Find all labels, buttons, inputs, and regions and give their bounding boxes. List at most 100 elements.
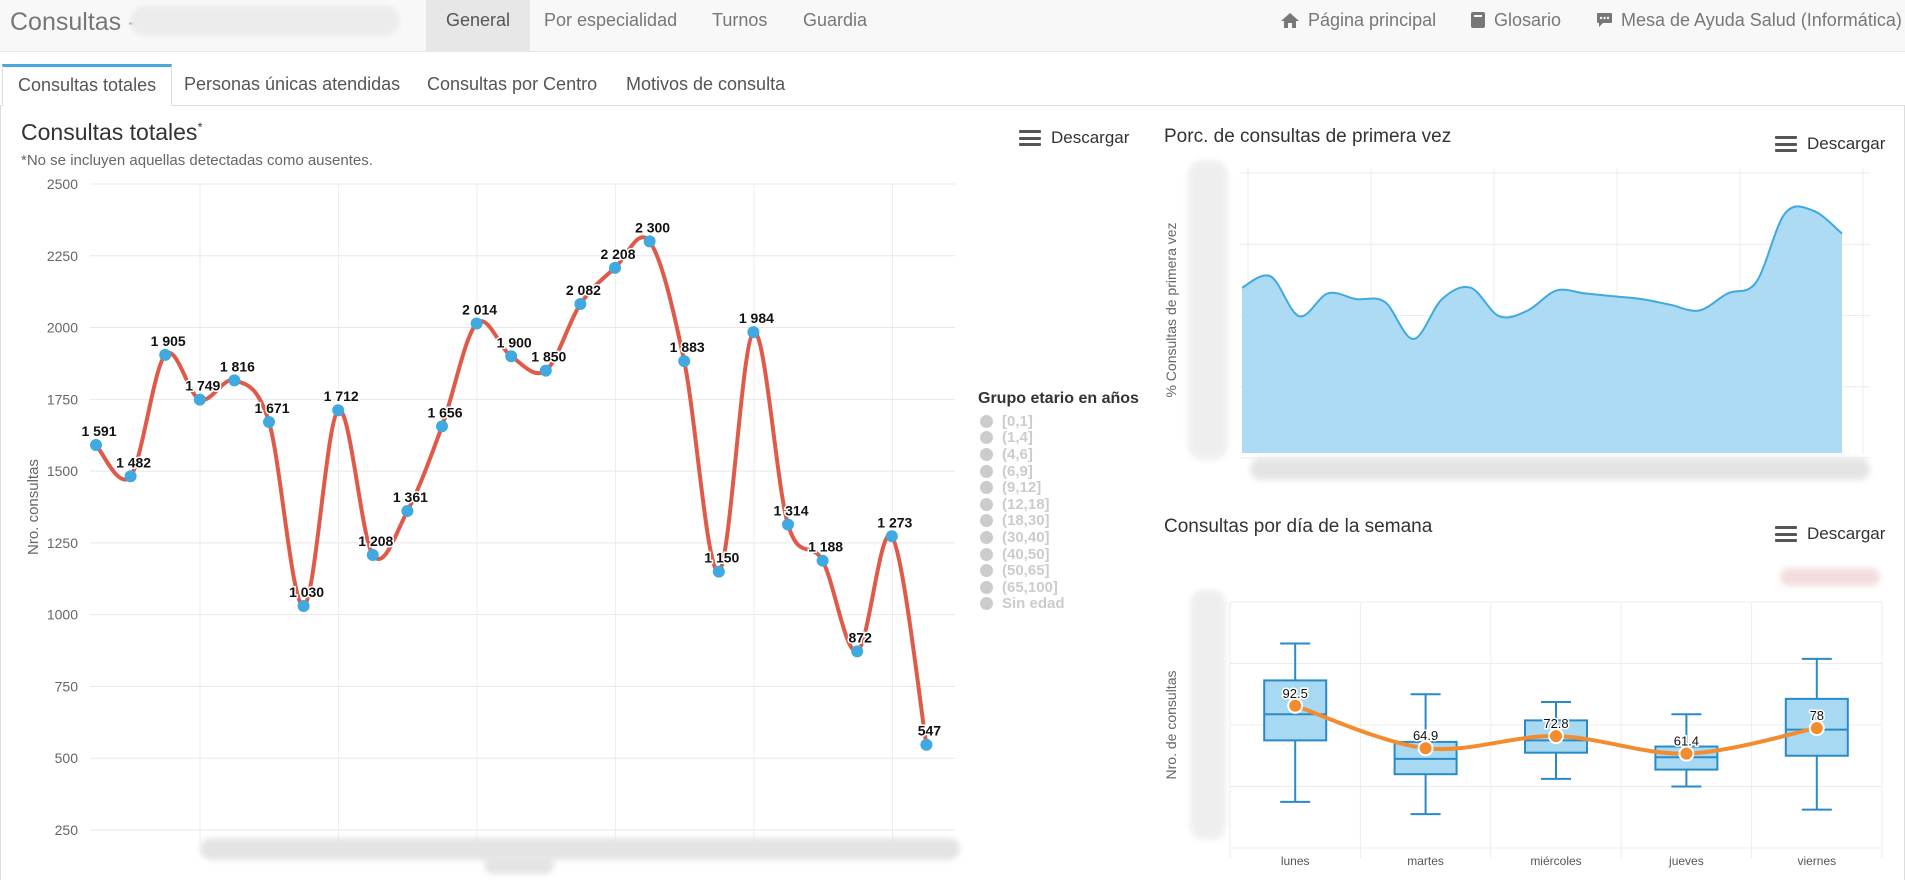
tab-motivos-de-consulta[interactable]: Motivos de consulta <box>611 64 800 106</box>
legend-item[interactable]: (30,40] <box>980 529 1065 546</box>
content-tabs: Consultas totales Personas únicas atendi… <box>0 64 1905 106</box>
nav-general[interactable]: General <box>426 0 531 52</box>
data-label: 1 712 <box>324 388 359 404</box>
weekday-chart-title: Consultas por día de la semana <box>1164 516 1433 537</box>
data-label: 1 900 <box>497 334 532 350</box>
data-label: 1 905 <box>151 333 186 349</box>
data-point <box>574 298 587 311</box>
legend-label: (50,65] <box>1002 562 1050 580</box>
legend-item[interactable]: [0,1] <box>980 413 1065 430</box>
mean-label: 64.9 <box>1413 728 1438 743</box>
redacted-x-axis-labels <box>200 838 960 860</box>
data-point <box>124 470 137 483</box>
data-label: 1 749 <box>185 378 220 394</box>
legend-item[interactable]: (40,50] <box>980 546 1065 563</box>
legend-dot-icon <box>980 514 993 528</box>
legend-dot-icon <box>980 580 993 594</box>
tab-consultas-totales[interactable]: Consultas totales <box>2 64 173 106</box>
legend-item[interactable]: Sin edad <box>980 595 1065 613</box>
tab-personas-unicas[interactable]: Personas únicas atendidas <box>169 64 415 106</box>
legend-item[interactable]: (4,6] <box>980 446 1065 463</box>
download-label: Descargar <box>1807 134 1886 153</box>
y-axis-label: Nro. de consultas <box>1163 671 1179 780</box>
data-label: 1 188 <box>808 539 843 555</box>
data-label: 1 314 <box>773 503 808 519</box>
y-tick-label: 750 <box>55 678 79 694</box>
redacted-box-y-labels <box>1190 590 1226 840</box>
weekday-download-button[interactable]: Descargar <box>1775 524 1885 544</box>
age-group-legend: [0,1] (1,4] (4,6] (6,9] (9,12] (12,18] (18,30]… <box>980 413 1065 612</box>
legend-label: (18,30] <box>1002 512 1050 530</box>
mean-point <box>1287 697 1304 714</box>
data-point <box>470 317 483 330</box>
y-tick-label: 2000 <box>47 320 78 336</box>
legend-item[interactable]: (6,9] <box>980 463 1065 480</box>
data-label: 1 150 <box>704 550 739 566</box>
data-point <box>436 420 448 433</box>
top-navbar: Consultas - General Por especialidad Tur… <box>0 0 1905 52</box>
data-point <box>747 326 760 339</box>
y-tick-label: 1750 <box>47 391 78 407</box>
app-brand[interactable]: Consultas - <box>10 8 136 37</box>
main-chart-title: Consultas totales* <box>21 119 203 146</box>
redacted-area-x-labels <box>1250 458 1870 480</box>
nav-turnos[interactable]: Turnos <box>692 0 787 52</box>
legend-dot-icon <box>980 414 993 428</box>
legend-dot-icon <box>980 530 993 544</box>
data-point <box>643 235 656 248</box>
data-point <box>401 505 414 518</box>
nav-guardia[interactable]: Guardia <box>783 0 887 52</box>
legend-item[interactable]: (1,4] <box>980 429 1065 447</box>
mean-label: 92.5 <box>1283 686 1308 701</box>
legend-label: (30,40] <box>1002 528 1050 546</box>
data-point <box>539 364 552 377</box>
y-tick-label: 2250 <box>47 248 78 264</box>
menu-icon <box>1775 526 1797 542</box>
first-visit-download-button[interactable]: Descargar <box>1775 134 1885 154</box>
mean-point <box>1548 728 1564 745</box>
data-point <box>885 530 898 543</box>
tab-consultas-por-centro[interactable]: Consultas por Centro <box>412 64 612 106</box>
legend-item[interactable]: (12,18] <box>980 496 1065 513</box>
data-label: 547 <box>918 723 942 739</box>
nav-mesa-de-ayuda[interactable]: Mesa de Ayuda Salud (Informática) <box>1596 0 1902 40</box>
legend-dot-icon <box>980 464 993 478</box>
data-point <box>90 438 102 451</box>
nav-mesa-de-ayuda-label: Mesa de Ayuda Salud (Informática) <box>1621 10 1902 30</box>
book-icon <box>1471 12 1485 28</box>
legend-label: Sin edad <box>1002 595 1065 613</box>
legend-title: Grupo etario en años <box>978 390 1139 407</box>
mean-point <box>1808 720 1825 737</box>
data-label: 1 984 <box>739 310 774 326</box>
data-point <box>366 548 379 561</box>
legend-item[interactable]: (18,30] <box>980 512 1065 530</box>
x-tick-label: jueves <box>1668 854 1704 868</box>
nav-por-especialidad[interactable]: Por especialidad <box>524 0 697 52</box>
y-tick-label: 1500 <box>47 463 78 479</box>
data-point <box>678 355 691 368</box>
data-label: 1 883 <box>670 339 705 355</box>
series-line <box>94 235 929 747</box>
legend-item[interactable]: (65,100] <box>980 579 1065 596</box>
legend-dot-icon <box>980 497 993 511</box>
data-label: 2 014 <box>462 302 497 318</box>
mean-label: 61.4 <box>1674 734 1699 749</box>
mean-point <box>1417 740 1434 757</box>
mean-label: 78 <box>1810 708 1824 723</box>
x-tick-label: miércoles <box>1530 854 1581 868</box>
legend-dot-icon <box>980 431 993 445</box>
legend-label: (1,4] <box>1002 429 1033 447</box>
nav-pagina-principal[interactable]: Página principal <box>1280 0 1436 40</box>
legend-item[interactable]: (9,12] <box>980 479 1065 496</box>
data-label: 2 208 <box>600 246 635 262</box>
x-tick-label: martes <box>1407 854 1444 868</box>
legend-dot-icon <box>980 547 993 561</box>
legend-item[interactable]: (50,65] <box>980 562 1065 579</box>
nav-glosario[interactable]: Glosario <box>1470 0 1561 40</box>
x-tick-label: lunes <box>1281 854 1310 868</box>
main-chart-download-button[interactable]: Descargar <box>1019 128 1129 148</box>
download-label: Descargar <box>1051 128 1130 147</box>
data-label: 2 300 <box>635 219 670 235</box>
legend-label: (40,50] <box>1002 545 1050 563</box>
y-axis-label: Nro. consultas <box>25 459 42 555</box>
